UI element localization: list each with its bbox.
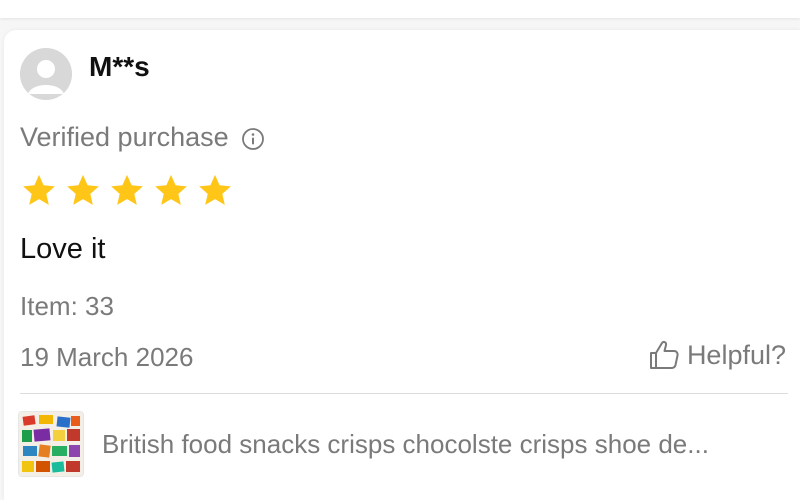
verified-purchase-label: Verified purchase [20,122,229,152]
user-silhouette-icon [20,48,72,100]
info-circle-icon[interactable] [241,125,265,150]
product-title: British food snacks crisps chocolste cri… [102,429,709,459]
star-icon [155,174,187,205]
product-thumbnail [18,411,84,477]
star-icon [23,174,55,205]
avatar [20,48,72,100]
star-icon [67,174,99,205]
thumbs-up-icon [649,340,679,369]
helpful-label: Helpful? [686,340,786,370]
reviewer-name: M**s [89,51,150,82]
review-text: Love it [20,233,106,265]
star-icon [111,174,143,205]
product-link[interactable]: British food snacks crisps chocolste cri… [18,411,788,477]
item-variant: Item: 33 [20,291,114,321]
star-icon [199,174,231,205]
divider [20,393,788,394]
star-rating [19,172,235,210]
helpful-button[interactable]: Helpful? [647,338,786,372]
review-date: 19 March 2026 [20,342,194,372]
previous-card-edge [0,0,800,18]
verified-purchase: Verified purchase [20,120,265,154]
